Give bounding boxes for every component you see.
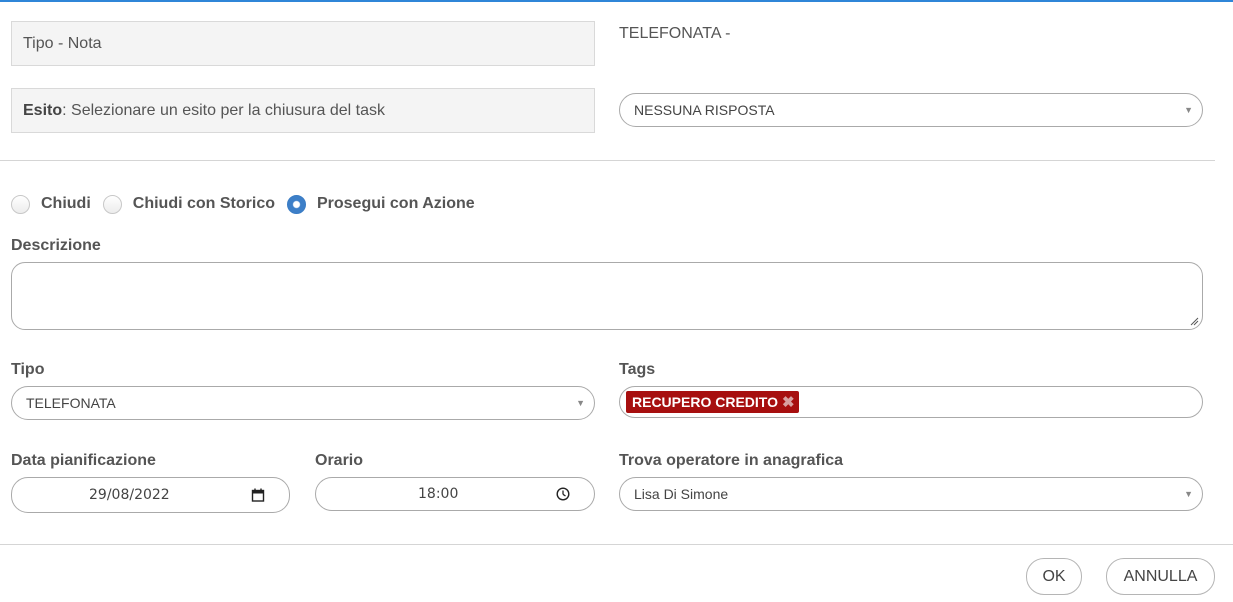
radio-chiudi-con-storico-label[interactable]: Chiudi con Storico xyxy=(133,195,275,213)
operatore-select[interactable]: Lisa Di Simone ▼ xyxy=(619,477,1203,511)
operatore-select-value: Lisa Di Simone xyxy=(634,486,729,502)
chevron-down-icon: ▼ xyxy=(1184,489,1193,499)
chevron-down-icon: ▼ xyxy=(576,398,585,408)
action-radio-group: Chiudi Chiudi con Storico Prosegui con A… xyxy=(11,192,487,216)
esito-box: Esito: Selezionare un esito per la chius… xyxy=(11,88,595,133)
orario-label: Orario xyxy=(315,452,364,469)
esito-label-bold: Esito xyxy=(23,101,63,119)
esito-select-value: NESSUNA RISPOSTA xyxy=(634,102,775,118)
calendar-icon[interactable] xyxy=(251,488,265,502)
tipo-label: Tipo xyxy=(11,361,45,378)
orario-value: 18:00 xyxy=(418,486,459,502)
tipo-select[interactable]: TELEFONATA ▼ xyxy=(11,386,595,420)
data-pianificazione-input[interactable]: 29/08/2022 xyxy=(11,477,290,513)
orario-input[interactable]: 18:00 xyxy=(315,477,595,511)
clock-icon[interactable] xyxy=(556,487,570,501)
data-pianificazione-label: Data pianificazione xyxy=(11,452,156,469)
footer-divider xyxy=(0,544,1233,545)
esito-select[interactable]: NESSUNA RISPOSTA ▼ xyxy=(619,93,1203,127)
radio-chiudi[interactable] xyxy=(11,194,30,214)
radio-prosegui-con-azione[interactable] xyxy=(286,194,306,214)
esito-label-text: : Selezionare un esito per la chiusura d… xyxy=(62,101,385,119)
tags-input[interactable]: RECUPERO CREDITO ✖ xyxy=(619,386,1203,418)
chevron-down-icon: ▼ xyxy=(1184,105,1193,115)
descrizione-label: Descrizione xyxy=(11,237,101,254)
resize-handle-icon[interactable] xyxy=(1189,316,1199,326)
remove-tag-icon[interactable]: ✖ xyxy=(782,393,795,411)
descrizione-textarea[interactable] xyxy=(11,262,1203,330)
tipo-value: TELEFONATA - xyxy=(619,25,731,42)
data-pianificazione-value: 29/08/2022 xyxy=(89,487,170,503)
tipo-nota-label: Tipo - Nota xyxy=(23,34,102,52)
tag-chip-label: RECUPERO CREDITO xyxy=(632,394,778,410)
tags-label: Tags xyxy=(619,361,656,378)
section-divider xyxy=(0,160,1215,161)
ok-button[interactable]: OK xyxy=(1026,558,1082,595)
radio-prosegui-con-azione-label[interactable]: Prosegui con Azione xyxy=(317,195,475,213)
radio-chiudi-label[interactable]: Chiudi xyxy=(41,195,91,213)
tipo-nota-box: Tipo - Nota xyxy=(11,21,595,66)
annulla-button[interactable]: ANNULLA xyxy=(1106,558,1215,595)
top-accent-line xyxy=(0,0,1233,2)
tag-chip: RECUPERO CREDITO ✖ xyxy=(626,391,799,413)
radio-chiudi-con-storico[interactable] xyxy=(102,194,122,214)
tipo-select-value: TELEFONATA xyxy=(26,395,116,411)
operatore-label: Trova operatore in anagrafica xyxy=(619,452,844,469)
